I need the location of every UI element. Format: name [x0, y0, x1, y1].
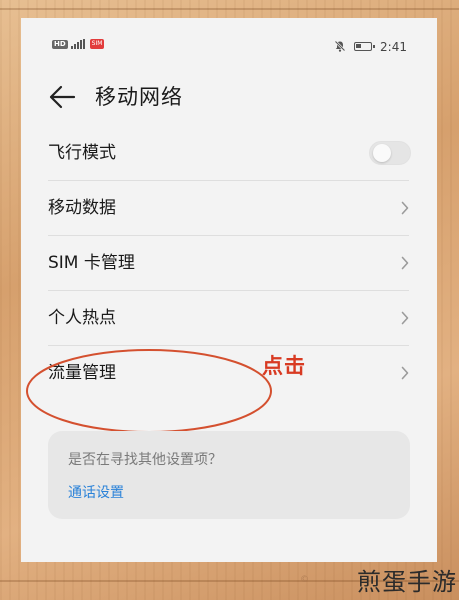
row-label: 移动数据 — [48, 198, 116, 218]
hd-icon: HD — [52, 39, 68, 49]
row-label: 流量管理 — [48, 363, 116, 383]
toggle-knob — [373, 144, 391, 162]
row-label: 个人热点 — [48, 308, 116, 328]
mobile-data-row[interactable]: 移动数据 — [21, 181, 437, 236]
status-bar: HD SIM 2:41 — [21, 18, 437, 72]
watermark-logo: 煎蛋手游 — [357, 568, 457, 596]
battery-icon — [354, 42, 376, 51]
status-right: 2:41 — [334, 37, 407, 56]
call-settings-link[interactable]: 通话设置 — [68, 482, 124, 502]
chevron-right-icon — [401, 366, 409, 380]
watermark-mark: © — [300, 575, 309, 585]
row-label: 飞行模式 — [48, 143, 116, 163]
personal-hotspot-row[interactable]: 个人热点 — [21, 291, 437, 346]
phone-screen: HD SIM 2:41 移动网络 飞行模式 移动数据 SIM 卡管理 个人热点 … — [21, 18, 437, 562]
status-left: HD SIM — [52, 39, 105, 49]
suggestion-question: 是否在寻找其他设置项？ — [68, 452, 222, 468]
page-header: 移动网络 — [21, 76, 437, 120]
arrow-left-icon — [49, 85, 76, 109]
battery-level — [356, 44, 362, 48]
airplane-mode-toggle[interactable] — [369, 141, 411, 165]
chevron-right-icon — [401, 311, 409, 325]
chevron-right-icon — [401, 201, 409, 215]
annotation-label: 点击 — [262, 354, 306, 378]
signal-icon — [70, 39, 85, 49]
page-title: 移动网络 — [95, 85, 183, 109]
suggestion-card: 是否在寻找其他设置项？ 通话设置 — [48, 431, 410, 519]
sim-icon: SIM — [89, 39, 105, 49]
airplane-mode-row[interactable]: 飞行模式 — [21, 126, 437, 181]
chevron-right-icon — [401, 256, 409, 270]
data-usage-row[interactable]: 流量管理 — [21, 346, 437, 433]
wood-seam — [0, 8, 459, 10]
settings-list: 飞行模式 移动数据 SIM 卡管理 个人热点 流量管理 — [21, 126, 437, 433]
mute-icon — [334, 37, 346, 56]
status-time: 2:41 — [380, 39, 407, 54]
row-label: SIM 卡管理 — [48, 253, 135, 273]
back-button[interactable] — [47, 82, 79, 112]
sim-management-row[interactable]: SIM 卡管理 — [21, 236, 437, 291]
